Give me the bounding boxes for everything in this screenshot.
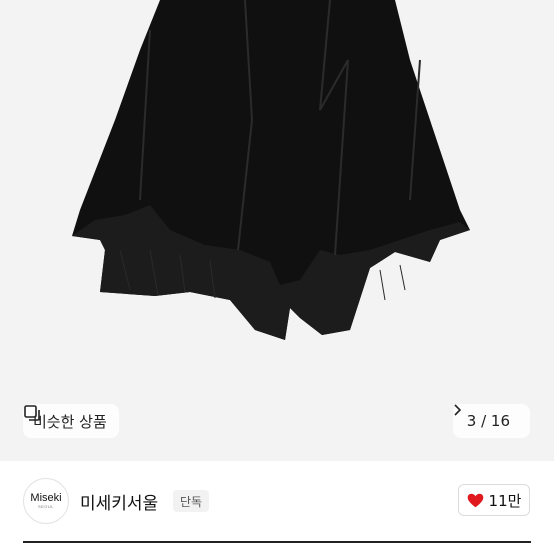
seller-logo-text: Miseki bbox=[30, 491, 62, 504]
product-image-area[interactable]: 비슷한 상품 3 / 16 bbox=[0, 0, 554, 461]
seller-logo-sub: SEOUL bbox=[37, 503, 55, 509]
image-counter[interactable]: 3 / 16 bbox=[452, 404, 530, 438]
similar-items-icon bbox=[24, 405, 40, 421]
similar-items-button[interactable]: 비슷한 상품 bbox=[23, 404, 119, 438]
divider bbox=[23, 541, 531, 543]
seller-logo[interactable]: Miseki SEOUL bbox=[23, 478, 69, 524]
product-image bbox=[72, 0, 470, 340]
exclusive-badge: 단독 bbox=[173, 490, 210, 512]
seller-name[interactable]: 미세키서울 bbox=[80, 489, 158, 514]
like-count: 11만 bbox=[488, 491, 522, 510]
image-counter-text: 3 / 16 bbox=[466, 412, 510, 430]
like-button[interactable]: 11만 bbox=[458, 484, 530, 516]
similar-items-label: 비슷한 상품 bbox=[33, 412, 107, 431]
heart-icon bbox=[467, 493, 483, 507]
